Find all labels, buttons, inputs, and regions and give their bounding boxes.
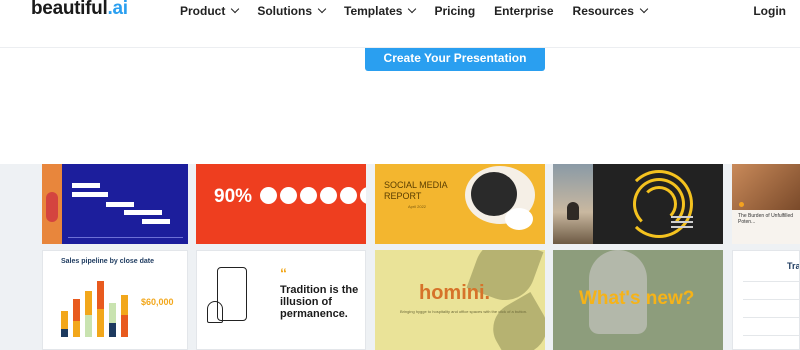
logo-text: beautiful xyxy=(31,0,108,19)
nav-solutions[interactable]: Solutions xyxy=(257,4,327,18)
template-tile-donut[interactable] xyxy=(553,164,723,244)
chevron-down-icon xyxy=(639,4,649,14)
slide-title: homini. xyxy=(419,282,491,304)
progress-dot xyxy=(320,187,337,204)
create-presentation-button[interactable]: Create Your Presentation xyxy=(365,44,545,71)
slide-subtitle: April 2022 xyxy=(408,204,427,209)
slide-title: Traf xyxy=(787,261,799,271)
chart-bar xyxy=(97,309,104,337)
template-tile-social-media[interactable]: SOCIAL MEDIA REPORT April 2022 xyxy=(375,164,545,244)
nav-product[interactable]: Product xyxy=(180,4,240,18)
stat-value: $60,000 xyxy=(141,297,174,307)
template-tile-sales-pipeline[interactable]: Sales pipeline by close date $60,000 xyxy=(42,250,188,350)
chart-bar xyxy=(121,295,128,315)
legend-line xyxy=(671,216,693,218)
chart-bar xyxy=(109,323,116,337)
leaf-image xyxy=(483,291,545,350)
slide-title: The Burden of Unfulfilled Poten... xyxy=(738,213,794,225)
stat-value: 90% xyxy=(214,186,253,207)
template-tile-quote[interactable]: “ Tradition is the illusion of permanenc… xyxy=(196,250,366,350)
chart-bar xyxy=(73,299,80,321)
plant-illustration xyxy=(207,301,223,323)
quote-text: Tradition is the illusion of permanence. xyxy=(280,284,359,320)
chart-bar xyxy=(97,281,104,309)
legend-line xyxy=(671,226,693,228)
photo-figure xyxy=(567,202,579,220)
template-tile-traffic[interactable]: Traf xyxy=(732,250,800,350)
grid-line xyxy=(743,335,799,336)
chart-bar xyxy=(85,315,92,337)
nav-pricing-label: Pricing xyxy=(434,4,476,18)
chart-bar xyxy=(61,311,68,329)
timeline-bar xyxy=(72,192,108,197)
chart-bar xyxy=(61,329,68,337)
progress-dot-partial xyxy=(360,187,366,204)
nav-resources-label: Resources xyxy=(572,4,634,18)
legend-line xyxy=(671,221,693,223)
slide-subtitle: Bringing hygge to hospitality and office… xyxy=(400,309,528,314)
template-tile-homini[interactable]: homini. Bringing hygge to hospitality an… xyxy=(375,250,545,350)
chart-bar xyxy=(73,321,80,337)
chart-bar xyxy=(109,303,116,323)
decorative-art xyxy=(46,192,58,222)
template-tile-timeline[interactable] xyxy=(42,164,188,244)
timeline-axis xyxy=(68,237,183,238)
timeline-bar xyxy=(72,183,100,188)
nav-enterprise[interactable]: Enterprise xyxy=(494,4,553,18)
nav-pricing[interactable]: Pricing xyxy=(434,4,475,18)
chevron-down-icon xyxy=(231,4,240,14)
timeline-bar xyxy=(106,202,134,207)
site-header: beautiful.ai Product Solutions Templates… xyxy=(0,0,800,48)
decorative-shape xyxy=(505,208,533,230)
dot-progress xyxy=(260,187,366,204)
nav-enterprise-label: Enterprise xyxy=(494,4,554,18)
progress-dot xyxy=(260,187,277,204)
logo-suffix: .ai xyxy=(107,0,128,19)
main-nav: Product Solutions Templates Pricing Ente… xyxy=(180,4,666,18)
slide-title: Sales pipeline by close date xyxy=(61,258,154,265)
progress-dot xyxy=(280,187,297,204)
template-tile-whats-new[interactable]: What's new? xyxy=(553,250,723,350)
nav-solutions-label: Solutions xyxy=(257,4,313,18)
page: beautiful.ai Product Solutions Templates… xyxy=(0,0,800,350)
quote-mark: “ xyxy=(280,265,287,281)
slide-title: What's new? xyxy=(579,288,695,309)
sun-icon xyxy=(739,202,744,207)
progress-dot xyxy=(340,187,357,204)
timeline-bar xyxy=(142,219,170,224)
template-tile-burden[interactable]: The Burden of Unfulfilled Poten... xyxy=(732,164,800,244)
grid-line xyxy=(743,317,799,318)
logo[interactable]: beautiful.ai xyxy=(31,0,128,20)
chart-bar xyxy=(85,291,92,315)
chevron-down-icon xyxy=(408,4,417,14)
nav-templates[interactable]: Templates xyxy=(344,4,417,18)
chart-bar xyxy=(121,315,128,337)
login-link[interactable]: Login xyxy=(753,4,786,18)
chevron-down-icon xyxy=(317,4,327,14)
timeline-bar xyxy=(124,210,162,215)
nav-product-label: Product xyxy=(180,4,226,18)
grid-line xyxy=(743,299,799,300)
nav-resources[interactable]: Resources xyxy=(572,4,649,18)
grid-line xyxy=(743,281,799,282)
template-tile-percentage[interactable]: 90% xyxy=(196,164,366,244)
progress-dot xyxy=(300,187,317,204)
slide-title: SOCIAL MEDIA REPORT xyxy=(384,180,448,201)
nav-templates-label: Templates xyxy=(344,4,403,18)
